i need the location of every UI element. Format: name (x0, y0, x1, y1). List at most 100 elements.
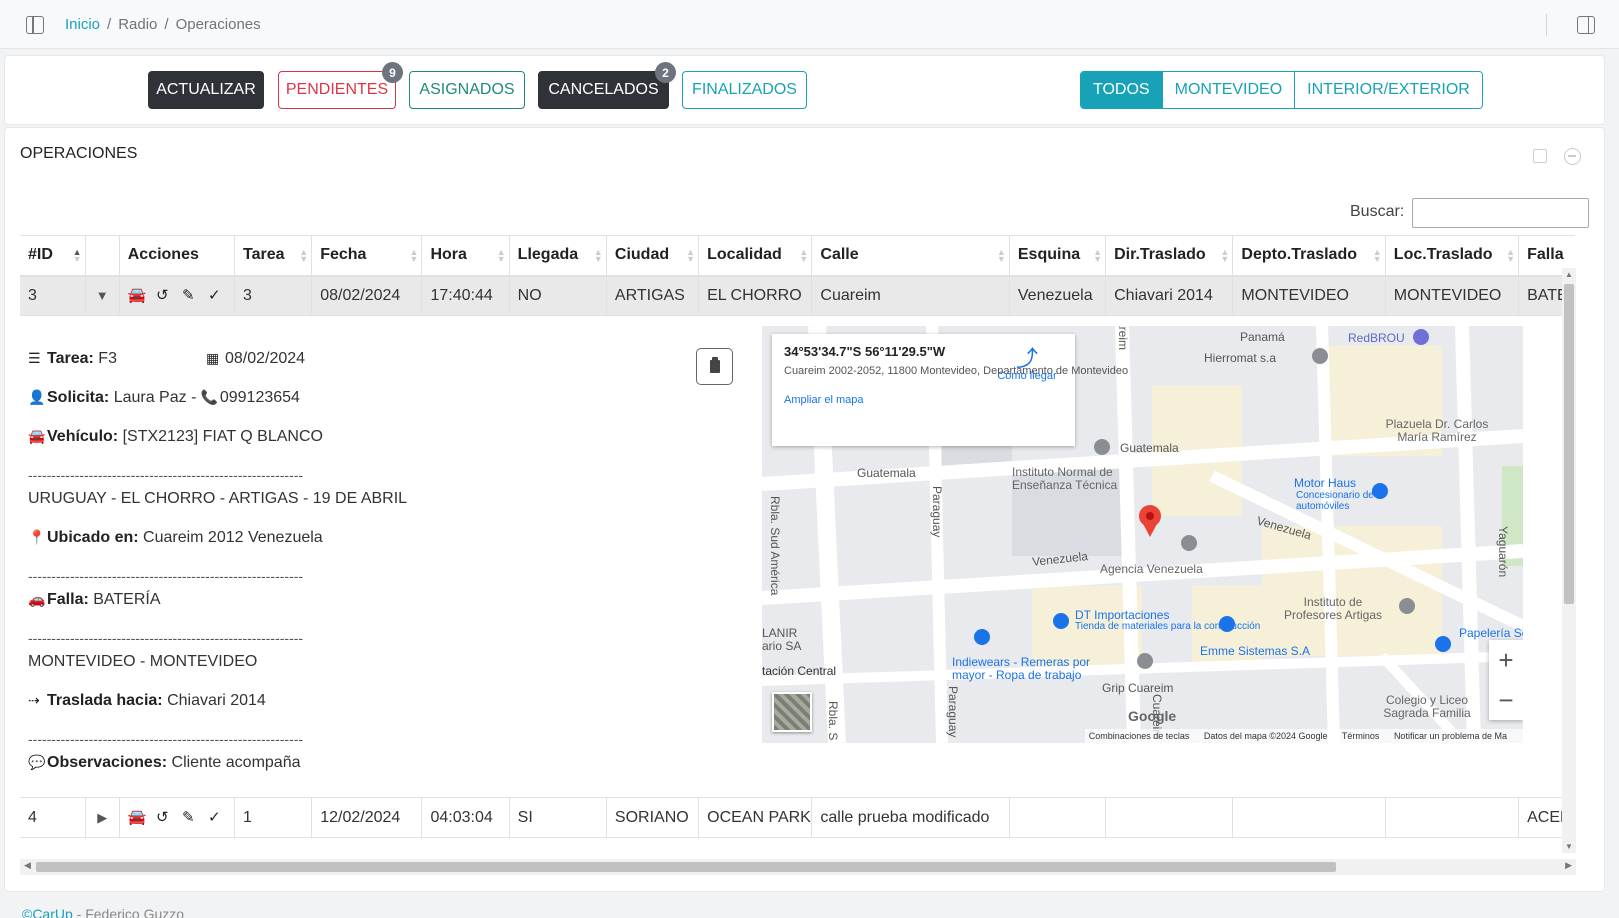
car-icon[interactable]: 🚘 (128, 287, 147, 304)
map-label: Plazuela Dr. Carlos María Ramírez (1385, 417, 1489, 444)
scroll-up-arrow-icon[interactable]: ▲ (1565, 270, 1573, 279)
map-label: DT Importaciones (1075, 608, 1170, 622)
operations-table: #ID ▲ ▼ Acciones Tarea ▲ ▼ Fecha ▲ ▼ Hora ▲ ▼ Ll… (20, 235, 1575, 838)
map-data-credit: Datos del mapa ©2024 Google (1203, 731, 1328, 741)
directions-link[interactable]: ⤴ Cómo llegar (992, 348, 1062, 383)
table-header-row: #ID ▲ ▼ Acciones Tarea ▲ ▼ Fecha ▲ ▼ Hora ▲ ▼ Ll… (20, 235, 1575, 277)
breadcrumb-home[interactable]: Inicio (65, 16, 100, 33)
cell-hora: 17:40:44 (421, 275, 510, 316)
breadcrumb-section[interactable]: Radio (118, 16, 157, 33)
sidebar-toggle-icon[interactable] (26, 16, 44, 34)
col-fecha[interactable]: Fecha ▲ ▼ (311, 235, 422, 277)
asignados-button[interactable]: ASIGNADOS (409, 71, 525, 109)
footer-author: - Federico Guzzo (76, 906, 185, 918)
pencil-icon[interactable]: ✎ (180, 287, 197, 304)
separator: ----------------------------------------… (28, 630, 304, 646)
search-input[interactable] (1412, 198, 1589, 228)
zoom-in-button[interactable]: + (1489, 640, 1523, 680)
pencil-icon[interactable]: ✎ (180, 809, 197, 826)
map-label: Agencia Venezuela (1100, 562, 1203, 576)
map-label: Instituto Normal de Enseñanza Técnica (1012, 465, 1118, 492)
cell-localidad: EL CHORRO (698, 275, 812, 316)
map-address: Cuareim 2002-2052, 11800 Montevideo, Dep… (784, 365, 1129, 377)
zoom-out-button[interactable]: − (1489, 680, 1523, 720)
table-row[interactable]: 3 ▼ 🚘 ↺ ✎ ✓ 3 08/02/2024 17:40:44 NO ART… (20, 275, 1575, 316)
cell-loc-traslado: MONTEVIDEO (1384, 275, 1519, 316)
check-icon[interactable]: ✓ (206, 287, 223, 304)
history-icon[interactable]: ↺ (154, 287, 171, 304)
map-report-link[interactable]: Notificar un problema de Ma (1394, 731, 1507, 741)
col-acciones: Acciones (118, 235, 235, 277)
map-label: Tienda de materiales para la construcció… (1075, 621, 1261, 632)
map-label: Instituto de Profesores Artigas (1283, 595, 1383, 622)
map-label: Emme Sistemas S.A (1200, 644, 1311, 658)
tab-todos[interactable]: TODOS (1081, 72, 1162, 108)
col-hora[interactable]: Hora ▲ ▼ (421, 235, 510, 277)
divider (1546, 14, 1547, 36)
col-id[interactable]: #ID ▲ ▼ (20, 235, 86, 277)
map-label: Paraguay (946, 686, 960, 738)
tab-montevideo[interactable]: MONTEVIDEO (1161, 72, 1295, 108)
cell-calle: Cuareim (811, 275, 1010, 316)
map-shortcuts-link[interactable]: Combinaciones de teclas (1089, 731, 1190, 741)
map-label: Hierromat s.a (1204, 351, 1277, 365)
clipboard-button[interactable] (696, 348, 733, 385)
scroll-left-arrow-icon[interactable]: ◀ (24, 860, 31, 871)
vertical-scrollbar[interactable]: ▲ ▼ (1562, 268, 1576, 853)
scroll-right-arrow-icon[interactable]: ▶ (1565, 860, 1572, 871)
map-label: Panamá (1240, 330, 1285, 344)
maximize-icon[interactable] (1533, 149, 1547, 163)
horizontal-scroll-thumb[interactable] (36, 862, 1336, 872)
detail-ubicado: 📍Ubicado en: Cuareim 2012 Venezuela (28, 529, 323, 546)
cell-depto-traslado: MONTEVIDEO (1232, 275, 1386, 316)
row-collapse-toggle[interactable]: ▼ (84, 275, 120, 316)
detail-vehiculo: 🚘Vehículo: [STX2123] FIAT Q BLANCO (28, 428, 323, 445)
col-loc-traslado[interactable]: Loc.Traslado ▲ ▼ (1384, 235, 1519, 277)
location-map[interactable]: Panamá RedBROU Hierromat s.a Guatemala G… (762, 326, 1523, 743)
check-icon[interactable]: ✓ (206, 809, 223, 826)
map-label: Rbla. Sud América (768, 496, 782, 596)
car-icon[interactable]: 🚘 (128, 809, 147, 826)
col-depto-traslado[interactable]: Depto.Traslado ▲ ▼ (1232, 235, 1386, 277)
col-tarea[interactable]: Tarea ▲ ▼ (234, 235, 312, 277)
col-llegada[interactable]: Llegada ▲ ▼ (508, 235, 607, 277)
col-calle[interactable]: Calle ▲ ▼ (811, 235, 1010, 277)
map-label: Rbla. S (826, 701, 840, 741)
collapse-icon[interactable] (1564, 148, 1581, 165)
cancelados-button[interactable]: CANCELADOS 2 (538, 62, 676, 109)
scroll-down-arrow-icon[interactable]: ▼ (1565, 842, 1573, 851)
cancelados-count-badge: 2 (655, 62, 676, 83)
history-icon[interactable]: ↺ (154, 809, 171, 826)
cell-tarea: 1 (234, 797, 312, 838)
vertical-scroll-thumb[interactable] (1564, 284, 1574, 604)
cell-ciudad: SORIANO (605, 797, 699, 838)
col-localidad[interactable]: Localidad ▲ ▼ (698, 235, 812, 277)
actualizar-button[interactable]: ACTUALIZAR (148, 71, 264, 109)
col-esquina[interactable]: Esquina ▲ ▼ (1008, 235, 1106, 277)
comments-icon: 💬 (28, 754, 46, 770)
cell-hora: 04:03:04 (421, 797, 510, 838)
map-terms-link[interactable]: Términos (1342, 731, 1380, 741)
row-expand-toggle[interactable]: ▶ (84, 797, 120, 838)
page-footer: ©CarUp - Federico Guzzo (22, 906, 184, 918)
detail-observaciones: 💬Observaciones: Cliente acompaña (28, 754, 301, 771)
tab-interior-exterior[interactable]: INTERIOR/EXTERIOR (1294, 72, 1482, 108)
cell-actions: 🚘 ↺ ✎ ✓ (118, 275, 235, 316)
finalizados-button[interactable]: FINALIZADOS (682, 71, 807, 109)
map-label: Guatemala (1120, 441, 1179, 455)
separator: ----------------------------------------… (28, 568, 304, 584)
horizontal-scrollbar[interactable]: ◀ ▶ (20, 859, 1576, 875)
col-dir-traslado[interactable]: Dir.Traslado ▲ ▼ (1105, 235, 1233, 277)
cell-fecha: 08/02/2024 (311, 275, 422, 316)
table-row[interactable]: 4 ▶ 🚘 ↺ ✎ ✓ 1 12/02/2024 04:03:04 SI SOR… (20, 797, 1575, 838)
enlarge-map-link[interactable]: Ampliar el mapa (784, 394, 1063, 406)
separator: ----------------------------------------… (28, 467, 304, 483)
breadcrumb: Inicio / Radio / Operaciones (65, 16, 261, 33)
pendientes-button[interactable]: PENDIENTES 9 (278, 62, 403, 109)
right-panel-toggle-icon[interactable] (1577, 16, 1595, 34)
cell-dir-traslado (1105, 797, 1233, 838)
footer-brand-link[interactable]: ©CarUp (22, 906, 73, 918)
satellite-toggle[interactable] (772, 692, 812, 732)
map-label: ario SA (762, 639, 802, 653)
col-ciudad[interactable]: Ciudad ▲ ▼ (605, 235, 699, 277)
